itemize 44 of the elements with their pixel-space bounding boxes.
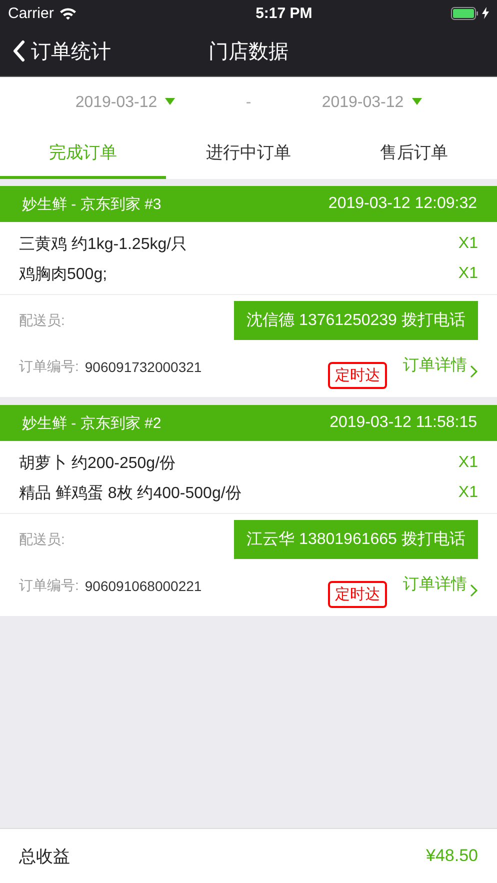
courier-label: 配送员: bbox=[19, 312, 65, 330]
product-name: 精品 鲜鸡蛋 8枚 约400-500g/份 bbox=[19, 484, 242, 504]
tab[interactable]: 完成订单 bbox=[0, 129, 166, 179]
order-number: 906091732000321 bbox=[84, 359, 202, 375]
order-number-label: 订单编号: bbox=[19, 577, 79, 595]
call-button[interactable]: 沈信德 13761250239 拨打电话 bbox=[234, 301, 478, 340]
charging-icon bbox=[482, 7, 489, 19]
clock-time: 5:17 PM bbox=[256, 4, 312, 22]
tab[interactable]: 售后订单 bbox=[331, 129, 497, 179]
order-number-label: 订单编号: bbox=[19, 358, 79, 376]
tab[interactable]: 进行中订单 bbox=[166, 129, 332, 179]
total-income-label: 总收益 bbox=[19, 846, 70, 868]
call-button[interactable]: 江云华 13801961665 拨打电话 bbox=[234, 520, 478, 559]
total-income-amount: ¥48.50 bbox=[426, 846, 478, 866]
battery-icon bbox=[450, 6, 479, 20]
order-details-link[interactable]: 订单详情 bbox=[403, 574, 478, 597]
wifi-icon bbox=[58, 6, 77, 20]
dropdown-icon bbox=[412, 98, 422, 104]
delivery-tag: 定时达 bbox=[328, 362, 387, 389]
date-picker[interactable]: 2019-03-12 bbox=[322, 94, 422, 112]
date-picker[interactable]: 2019-03-12 bbox=[75, 94, 176, 112]
product-name: 鸡胸肉500g; bbox=[19, 264, 108, 284]
chevron-icon bbox=[470, 365, 478, 378]
order-number: 906091068000221 bbox=[84, 578, 202, 594]
order-time: 2019-03-12 11:58:15 bbox=[330, 414, 477, 432]
store-source: 妙生鲜 - 京东到家 #3 bbox=[22, 194, 162, 214]
quantity: X1 bbox=[458, 454, 478, 472]
quantity: X1 bbox=[458, 235, 478, 253]
dropdown-icon bbox=[165, 98, 176, 104]
carrier-label: Carrier bbox=[8, 4, 54, 22]
order-details-link[interactable]: 订单详情 bbox=[403, 355, 478, 378]
product-name: 胡萝卜 约200-250g/份 bbox=[19, 454, 176, 474]
chevron-icon bbox=[470, 584, 478, 597]
screen-title: 门店数据 bbox=[208, 40, 288, 64]
date-separator: - bbox=[246, 94, 252, 112]
courier-label: 配送员: bbox=[19, 530, 65, 548]
product-name: 三黄鸡 约1kg-1.25kg/只 bbox=[19, 234, 188, 254]
delivery-tag: 定时达 bbox=[328, 581, 387, 608]
quantity: X1 bbox=[458, 484, 478, 502]
quantity: X1 bbox=[458, 265, 478, 283]
store-source: 妙生鲜 - 京东到家 #2 bbox=[22, 414, 162, 432]
back-icon bbox=[12, 40, 25, 62]
back-button[interactable]: 订单统计 bbox=[12, 38, 111, 64]
order-time: 2019-03-12 12:09:32 bbox=[328, 195, 477, 213]
